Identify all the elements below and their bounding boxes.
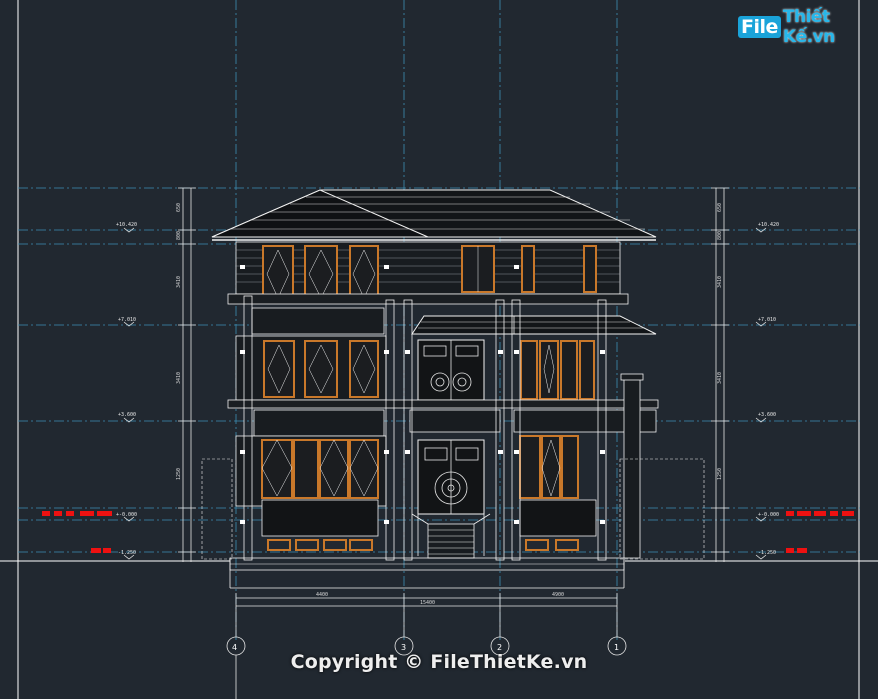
level-right-ground: +-0.000 (758, 512, 779, 518)
dim-bottom-total: 15400 (420, 600, 435, 606)
level-right-floor2: +3.600 (758, 412, 776, 418)
copyright-watermark: Copyright © FileThietKe.vn (290, 651, 588, 673)
level-left-base: -1.250 (118, 550, 136, 556)
level-left-floor2: +3.600 (118, 412, 136, 418)
level-left-floor3: +7.010 (118, 317, 136, 323)
dim-right-2: 800 (717, 231, 723, 240)
level-right-floor3: +7.010 (758, 317, 776, 323)
logo-prefix: File (738, 16, 781, 38)
dim-left-1: 650 (176, 203, 182, 212)
grid-axis-bubbles (226, 601, 627, 699)
dim-right-1: 650 (717, 203, 723, 212)
dim-left-3: 3410 (176, 276, 182, 288)
dim-right-4: 3410 (717, 372, 723, 384)
site-logo: File Thiết Kế.vn (738, 7, 878, 47)
dim-left-2: 800 (176, 231, 182, 240)
building-elevation (201, 189, 705, 589)
logo-rest: Thiết Kế.vn (782, 7, 835, 47)
dim-right-5: 1250 (717, 468, 723, 480)
level-left-roof: +10.420 (116, 222, 137, 228)
cad-drawing-canvas: 650 800 3410 3410 1250 650 800 3410 3410… (0, 0, 878, 699)
dim-right-3: 3410 (717, 276, 723, 288)
level-markers-right (755, 227, 767, 560)
level-right-base: -1.250 (758, 550, 776, 556)
dim-left-5: 1250 (176, 468, 182, 480)
level-right-roof: +10.420 (758, 222, 779, 228)
dim-bottom-right: 4900 (552, 592, 564, 598)
dim-left-4: 3410 (176, 372, 182, 384)
level-markers-left (123, 227, 135, 560)
dim-bottom-left: 4400 (316, 592, 328, 598)
level-left-ground: +-0.000 (116, 512, 137, 518)
